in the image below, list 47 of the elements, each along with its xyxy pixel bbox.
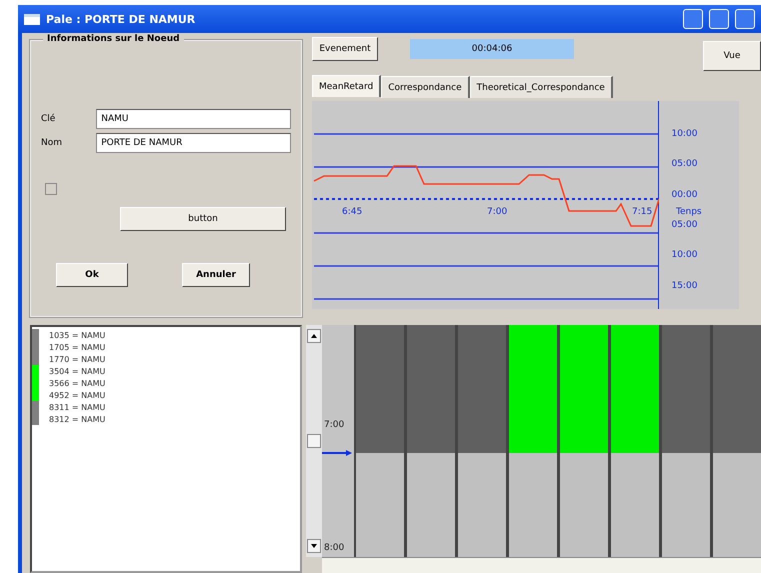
event-button[interactable]: Evenement xyxy=(312,37,378,61)
list-item[interactable]: 1705 = NAMU xyxy=(49,342,106,352)
time-label: 8:00 xyxy=(324,543,346,553)
window-title: Pale : PORTE DE NAMUR xyxy=(46,12,196,26)
field-label: Nom xyxy=(41,138,64,148)
list-item[interactable]: 3504 = NAMU xyxy=(49,366,106,376)
maximize-button[interactable] xyxy=(709,9,729,29)
up-arrow-icon xyxy=(311,334,317,338)
list-item[interactable]: 3566 = NAMU xyxy=(49,378,106,388)
window-icon xyxy=(24,14,40,24)
time-tick-label: 7:00 xyxy=(487,207,508,217)
close-button[interactable] xyxy=(735,9,755,29)
scroll-down-button[interactable] xyxy=(307,539,321,553)
list-item[interactable]: 1035 = NAMU xyxy=(49,330,106,340)
tab[interactable]: Correspondance xyxy=(381,76,470,98)
axis-label: Tenps xyxy=(676,207,702,217)
list-item[interactable]: 8311 = NAMU xyxy=(49,402,106,412)
list-item[interactable]: 4952 = NAMU xyxy=(49,390,106,400)
delay-tick-label: 05:00 xyxy=(671,159,698,170)
time-tick-label: 7:15 xyxy=(632,207,652,217)
tab[interactable]: Theoretical_Correspondance xyxy=(470,76,613,98)
tab[interactable]: MeanRetard xyxy=(312,75,382,97)
delay-tick-label: 00:00 xyxy=(671,190,698,200)
ok-button[interactable]: Ok xyxy=(56,263,128,287)
delay-tick-label: 10:00 xyxy=(671,250,698,260)
vertical-scrollbar[interactable] xyxy=(306,325,322,557)
delay-tick-label: 05:00 xyxy=(671,220,698,230)
down-arrow-icon xyxy=(311,544,317,548)
text-field[interactable]: PORTE DE NAMUR xyxy=(96,133,291,153)
cancel-button[interactable]: Annuler xyxy=(182,263,250,287)
text-field[interactable]: NAMU xyxy=(96,109,291,129)
time-label: 7:00 xyxy=(324,420,346,430)
horizontal-scrollbar[interactable] xyxy=(322,557,761,573)
time-display: 00:04:06 xyxy=(410,39,574,59)
delay-tick-label: 10:00 xyxy=(671,129,698,140)
list-item[interactable]: 1770 = NAMU xyxy=(49,354,106,364)
group-title: Informations sur le Noeud xyxy=(43,34,184,44)
scroll-up-button[interactable] xyxy=(307,329,321,343)
view-button[interactable]: Vue xyxy=(703,41,761,71)
current-time-arrow-icon xyxy=(322,450,352,456)
field-label: Clé xyxy=(41,114,56,124)
time-tick-label: 6:45 xyxy=(342,207,362,217)
delay-tick-label: 15:00 xyxy=(671,280,698,291)
action-button[interactable]: button xyxy=(120,207,286,231)
minimize-button[interactable] xyxy=(683,9,703,29)
scroll-thumb[interactable] xyxy=(307,434,321,448)
list-item[interactable]: 8312 = NAMU xyxy=(49,414,106,424)
